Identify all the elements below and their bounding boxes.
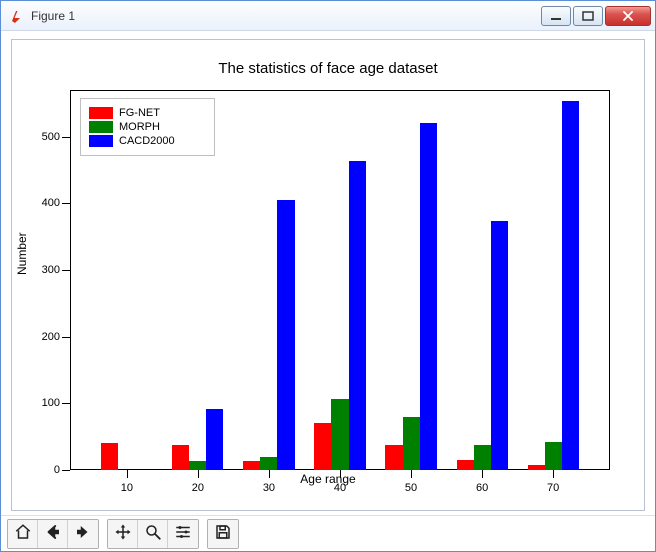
x-tick-label: 50 [405, 482, 417, 494]
y-tick [62, 270, 70, 271]
back-button[interactable] [38, 520, 68, 548]
chart-bar [528, 465, 545, 470]
chart-bar [260, 457, 277, 470]
legend-item: CACD2000 [89, 135, 206, 147]
mpl-toolbar [1, 515, 655, 551]
minimize-button[interactable] [541, 6, 571, 26]
chart-bar [457, 460, 474, 470]
legend-label: FG-NET [119, 107, 160, 119]
window-buttons [539, 6, 651, 26]
chart-bar [206, 409, 223, 470]
y-tick-label: 500 [30, 131, 60, 143]
chart-bar [420, 123, 437, 470]
legend-swatch [89, 121, 113, 133]
x-tick-label: 20 [192, 482, 204, 494]
zoom-button[interactable] [138, 520, 168, 548]
chart-bar [545, 442, 562, 470]
chart-legend: FG-NET MORPH CACD2000 [80, 98, 215, 156]
home-button[interactable] [8, 520, 38, 548]
y-tick [62, 470, 70, 471]
chart-bar [562, 101, 579, 470]
y-tick [62, 137, 70, 138]
maximize-button[interactable] [573, 6, 603, 26]
x-tick [411, 470, 412, 478]
legend-item: FG-NET [89, 107, 206, 119]
x-tick-label: 30 [263, 482, 275, 494]
save-button[interactable] [208, 520, 238, 548]
magnify-icon [144, 523, 162, 544]
legend-swatch [89, 107, 113, 119]
chart-bar [331, 399, 348, 470]
x-tick [553, 470, 554, 478]
legend-label: MORPH [119, 121, 160, 133]
legend-item: MORPH [89, 121, 206, 133]
y-tick-label: 300 [30, 264, 60, 276]
chart-bar [474, 445, 491, 470]
chart-bar [385, 445, 402, 470]
chart-bar [101, 443, 118, 470]
y-tick [62, 337, 70, 338]
titlebar: Figure 1 [1, 1, 655, 31]
y-tick [62, 203, 70, 204]
x-tick [198, 470, 199, 478]
x-tick-label: 60 [476, 482, 488, 494]
forward-button[interactable] [68, 520, 98, 548]
window-title: Figure 1 [31, 9, 539, 23]
pan-button[interactable] [108, 520, 138, 548]
save-icon [214, 523, 232, 544]
legend-label: CACD2000 [119, 135, 175, 147]
x-tick [127, 470, 128, 478]
arrow-right-icon [74, 523, 92, 544]
view-group [107, 519, 199, 549]
chart-bar [314, 423, 331, 470]
chart-title: The statistics of face age dataset [12, 60, 644, 77]
chart-axes: FG-NETMORPHCACD2000 01002003004005001020… [70, 90, 610, 470]
move-icon [114, 523, 132, 544]
plot-canvas: The statistics of face age dataset Numbe… [1, 31, 655, 515]
y-tick-label: 400 [30, 197, 60, 209]
x-tick [482, 470, 483, 478]
y-tick-label: 0 [30, 464, 60, 476]
plot-frame: The statistics of face age dataset Numbe… [11, 39, 645, 511]
home-icon [14, 523, 32, 544]
y-axis-label: Number [15, 232, 29, 275]
chart-bar [349, 161, 366, 470]
tk-app-icon [9, 8, 25, 24]
nav-group [7, 519, 99, 549]
chart-bar [189, 461, 206, 470]
y-tick-label: 100 [30, 397, 60, 409]
x-tick [340, 470, 341, 478]
app-window: Figure 1 The statistics of face age data… [0, 0, 656, 552]
x-tick-label: 40 [334, 482, 346, 494]
x-tick-label: 70 [547, 482, 559, 494]
close-button[interactable] [605, 6, 651, 26]
chart-bar [243, 461, 260, 470]
chart-bar [172, 445, 189, 470]
chart-bar [277, 200, 294, 470]
legend-swatch [89, 135, 113, 147]
sliders-icon [174, 523, 192, 544]
save-group [207, 519, 239, 549]
chart-bar [491, 221, 508, 470]
y-tick [62, 403, 70, 404]
arrow-left-icon [44, 523, 62, 544]
subplots-button[interactable] [168, 520, 198, 548]
x-tick [269, 470, 270, 478]
x-tick-label: 10 [121, 482, 133, 494]
chart-bar [403, 417, 420, 470]
y-tick-label: 200 [30, 331, 60, 343]
